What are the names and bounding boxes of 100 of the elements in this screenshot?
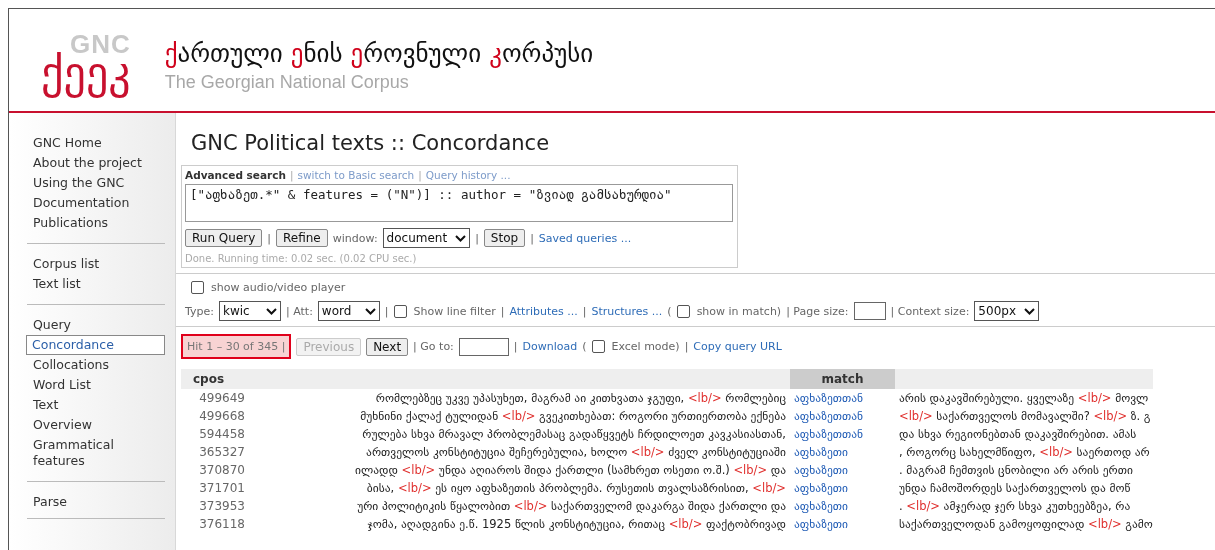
left-context: ართველოს კონსტიტუცია შეჩერებულია, ხოლო <lb/> ძველ კონსტიტუციაში bbox=[365, 444, 787, 461]
sidebar-item[interactable]: Grammatical features bbox=[33, 435, 165, 471]
match-link[interactable]: აფხაზეთი bbox=[790, 479, 895, 497]
right-context: . <lb/> ამჯერად ჯერ სხვა კუთხეებზეა, რა bbox=[898, 498, 1132, 515]
checkbox[interactable] bbox=[591, 340, 605, 353]
chevron-icon bbox=[266, 307, 277, 315]
left-context: ური პოლიტიკის წყალობით <lb/> საქართველომ დაკარგა შიდა ქართლი და bbox=[356, 498, 787, 515]
label: | bbox=[513, 340, 518, 353]
input-field[interactable] bbox=[853, 302, 886, 320]
hit-count: Hit 1 – 30 of 345 | bbox=[181, 334, 292, 359]
link[interactable]: Copy query URL bbox=[693, 340, 782, 353]
right-context: და სხვა რეგიონებთან დაკავშირებით. ამას bbox=[898, 426, 1138, 443]
label: | bbox=[289, 169, 294, 181]
right-context: არის დაკავშირებული. ყველაზე <lb/> მოვლ bbox=[895, 389, 1153, 407]
match-link[interactable]: აფხაზეთი bbox=[790, 515, 895, 533]
checkbox[interactable] bbox=[191, 281, 204, 294]
site-subtitle: The Georgian National Corpus bbox=[164, 72, 410, 93]
label: | bbox=[267, 231, 271, 245]
sidebar-item[interactable]: Corpus list bbox=[33, 254, 165, 274]
sidebar-item[interactable]: About the project bbox=[33, 153, 165, 173]
table-cell-text: 594458 bbox=[198, 426, 246, 443]
left-context: რულება სხვა მრავალ პრობლემასაც გადაწყვეტს ჩრდილოეთ კავკასიასთან, bbox=[361, 426, 787, 443]
button[interactable]: Next bbox=[366, 337, 409, 356]
table-cell-text: 373953 bbox=[198, 498, 246, 515]
link[interactable]: Attributes ... bbox=[509, 304, 578, 318]
sidebar-item[interactable]: Query bbox=[33, 315, 165, 335]
table-cell-text: 371701 bbox=[198, 480, 246, 497]
checkbox-label: show audio/video player bbox=[211, 281, 346, 294]
checkbox-label: Excel mode) bbox=[611, 340, 680, 353]
label: | Att: bbox=[286, 304, 313, 318]
label: | Context size: bbox=[890, 304, 970, 318]
table-cell: 499649 bbox=[181, 389, 251, 407]
match-link[interactable]: აფხაზეთი bbox=[790, 443, 895, 461]
label: | bbox=[384, 304, 389, 318]
right-context: საქართველოდან გამოყოფილად <lb/> გამო bbox=[898, 516, 1153, 533]
label: Type: bbox=[185, 304, 214, 318]
table-cell-text: 365327 bbox=[198, 444, 246, 461]
label: | bbox=[418, 169, 422, 181]
input-field[interactable] bbox=[458, 337, 509, 356]
sidebar-item[interactable]: GNC Home bbox=[33, 133, 165, 153]
sidebar-item[interactable]: Overview bbox=[33, 415, 165, 435]
button[interactable]: Stop bbox=[483, 229, 526, 247]
left-context: რომლებზეც უკვე უპასუხეთ, მაგრამ აი კითხვათა ჯგუფი, <lb/> რომლებიც bbox=[251, 389, 790, 407]
sidebar-item[interactable]: Concordance bbox=[26, 335, 165, 355]
left-context: ჯომა, აღადგინა ე.წ. 1925 წლის კონსტიტუცია, რითაც <lb/> ფაქტობრივად bbox=[366, 516, 787, 533]
status-text: Done. Running time: 0.02 sec. (0.02 CPU sec.) bbox=[185, 253, 418, 264]
sidebar-item[interactable]: Text bbox=[33, 395, 165, 415]
column-header: match bbox=[790, 369, 895, 389]
table-cell-text: 499668 bbox=[198, 408, 246, 425]
label: | bbox=[475, 231, 479, 245]
sidebar-item[interactable]: Parse bbox=[33, 492, 165, 512]
sidebar-item[interactable]: Collocations bbox=[33, 355, 165, 375]
site-title: ქართული ენის ეროვნული კორპუსი bbox=[164, 39, 594, 68]
match-link[interactable]: აფხაზეთი bbox=[790, 497, 895, 515]
checkbox[interactable] bbox=[676, 304, 690, 318]
table-cell-text: 370870 bbox=[198, 462, 246, 479]
match-link[interactable]: აფხაზეთი bbox=[790, 461, 895, 479]
column-header: cpos bbox=[181, 369, 251, 389]
dropdown[interactable]: 500px bbox=[974, 301, 1039, 321]
chevron-icon bbox=[364, 307, 376, 315]
dropdown[interactable]: word bbox=[317, 301, 380, 321]
checkbox-label: show in match) bbox=[696, 304, 782, 318]
sidebar-item[interactable]: Documentation bbox=[33, 193, 165, 213]
table-cell-text: 376118 bbox=[198, 516, 246, 533]
label: | Page size: bbox=[786, 304, 849, 318]
label: | bbox=[684, 340, 689, 353]
link[interactable]: Download bbox=[522, 340, 578, 353]
label: | bbox=[582, 304, 587, 318]
dropdown[interactable]: document bbox=[382, 228, 471, 248]
checkbox-label: Show line filter bbox=[413, 304, 496, 318]
query-field[interactable]: ["აფხაზეთ.*" & features = ("N")] :: author = "ზვიად გამსახურდია" bbox=[185, 184, 733, 222]
chevron-icon bbox=[455, 234, 467, 242]
link[interactable]: Saved queries ... bbox=[538, 231, 632, 245]
sidebar-item[interactable]: Publications bbox=[33, 213, 165, 233]
checkbox[interactable] bbox=[393, 304, 407, 318]
label: | Go to: bbox=[413, 340, 454, 353]
match-link[interactable]: აფხაზეთთან bbox=[790, 425, 895, 443]
left-context: ბისა, <lb/> ეს იყო აფხაზეთის პრობლემა. რუსეთის თვალსაზრისით, <lb/> bbox=[365, 480, 787, 497]
dropdown[interactable]: kwic bbox=[219, 301, 281, 321]
right-context: . მაგრამ ჩემთვის ცნობილი არ არის ერთი bbox=[898, 462, 1134, 479]
label: window: bbox=[332, 231, 378, 245]
sidebar-item[interactable]: Word List bbox=[33, 375, 165, 395]
left-context: მუხნინი ქალაქ ტულიდან <lb/> გვეკითხებათ: როგორი ურთიერთობა ექნება bbox=[359, 408, 787, 425]
button[interactable]: Run Query bbox=[185, 229, 263, 247]
left-context: ილადდ <lb/> უნდა აღიაროს შიდა ქართლი (სამხრეთ ოსეთი ო.შ.) <lb/> და bbox=[354, 462, 787, 479]
page-title: GNC Political texts :: Concordance bbox=[191, 131, 551, 155]
label: ( bbox=[582, 340, 587, 353]
sidebar-item[interactable]: Using the GNC bbox=[33, 173, 165, 193]
right-context: უნდა ჩამოშორდეს საქართველოს და მოწ bbox=[898, 480, 1132, 497]
right-context: , როგორც სახელმწიფო, <lb/> საერთოდ არ bbox=[898, 444, 1151, 461]
label: ( bbox=[667, 304, 672, 318]
button[interactable]: Refine bbox=[276, 229, 328, 247]
right-context: <lb/> საქართველოს მომავალში? <lb/> ზ. გ bbox=[898, 408, 1152, 425]
search-mode: Advanced search bbox=[185, 169, 286, 181]
label: | bbox=[530, 231, 534, 245]
match-link[interactable]: აფხაზეთთან bbox=[790, 389, 895, 407]
link[interactable]: Structures ... bbox=[591, 304, 663, 318]
match-link[interactable]: აფხაზეთთან bbox=[790, 407, 895, 425]
sidebar-item[interactable]: Text list bbox=[33, 274, 165, 294]
chevron-icon bbox=[1024, 307, 1035, 315]
